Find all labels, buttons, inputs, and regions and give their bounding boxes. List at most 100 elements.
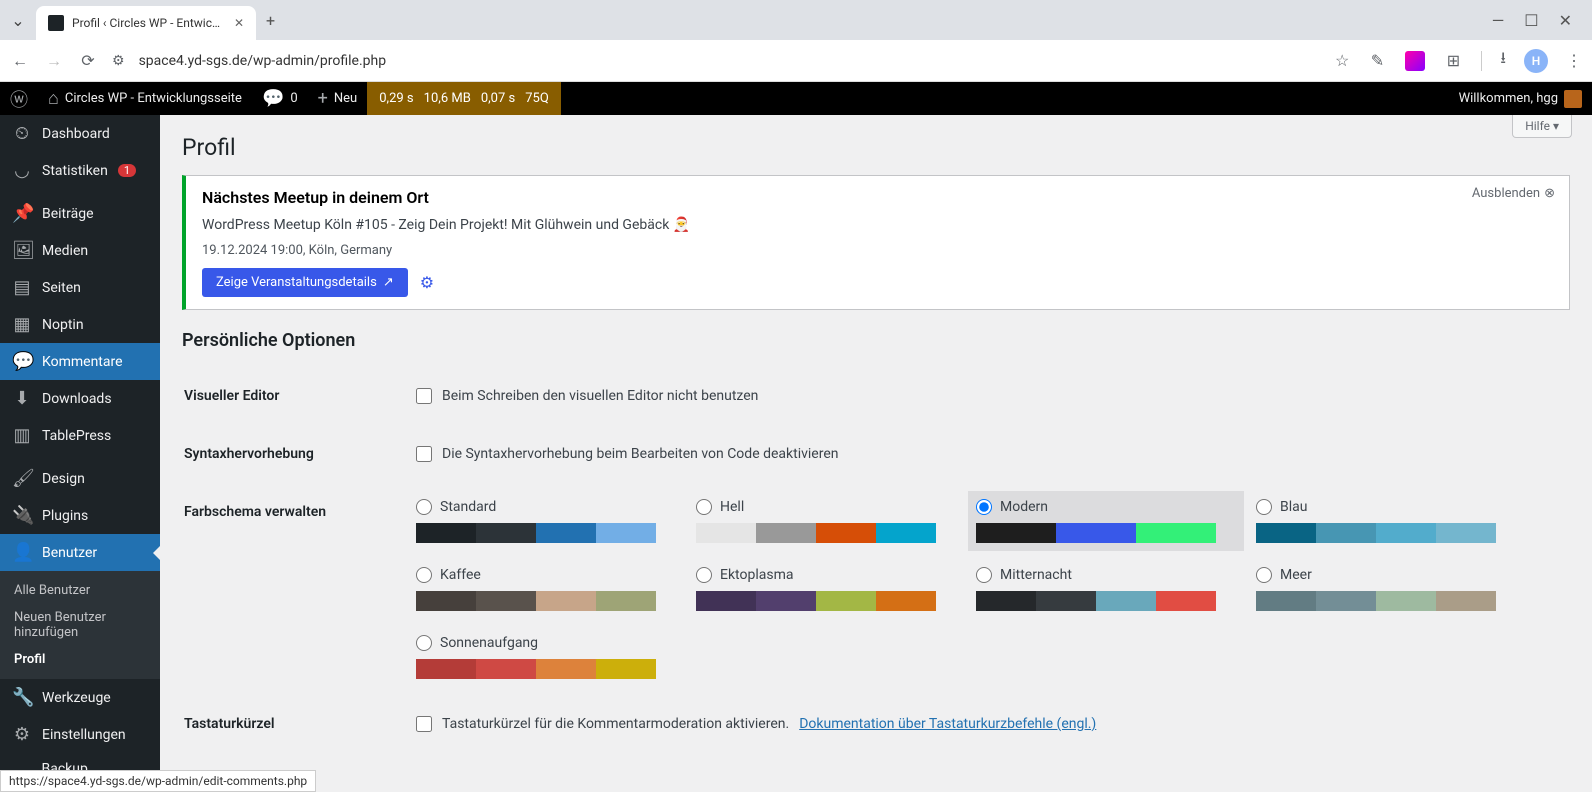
new-content-link[interactable]: +Neu — [308, 82, 368, 115]
dashboard-icon: ⏲ — [12, 123, 32, 144]
section-personal-options: Persönliche Optionen — [182, 330, 1570, 351]
download-icon: ⬇ — [12, 388, 32, 409]
color-scheme-radio[interactable] — [696, 567, 712, 583]
comments-link[interactable]: 💬0 — [252, 82, 308, 115]
pages-icon: ▤ — [12, 277, 32, 298]
menu-comments[interactable]: 💬Kommentare — [0, 343, 160, 380]
color-scheme-radio[interactable] — [416, 499, 432, 515]
download-icon[interactable]: ⭳ — [1500, 47, 1506, 74]
wp-admin-bar: ⓦ ⌂Circles WP - Entwicklungsseite 💬0 +Ne… — [0, 82, 1592, 115]
submenu-profile[interactable]: Profil — [0, 646, 160, 673]
extensions-menu-icon[interactable]: ⊞ — [1443, 51, 1463, 71]
color-scheme-radio[interactable] — [696, 499, 712, 515]
minimize-icon[interactable]: — — [1492, 11, 1505, 30]
color-swatches — [976, 523, 1216, 543]
menu-label: Statistiken — [42, 163, 108, 179]
color-scheme-option[interactable]: Ektoplasma — [696, 567, 956, 611]
site-info-icon[interactable]: ⚙ — [112, 53, 125, 69]
menu-design[interactable]: 🖌Design — [0, 460, 160, 497]
browser-status-bar: https://space4.yd-sgs.de/wp-admin/edit-c… — [0, 770, 316, 792]
menu-label: Kommentare — [42, 354, 123, 370]
browser-tab[interactable]: Profil ‹ Circles WP - Entwicklun… ✕ — [36, 6, 256, 40]
menu-media[interactable]: 🖼Medien — [0, 232, 160, 269]
show-event-button[interactable]: Zeige Veranstaltungsdetails ↗ — [202, 268, 408, 297]
meetup-settings-icon[interactable]: ⚙ — [420, 273, 434, 292]
menu-stats[interactable]: ◡Statistiken1 — [0, 152, 160, 189]
close-tab-icon[interactable]: ✕ — [234, 16, 244, 30]
forward-button[interactable]: → — [44, 51, 64, 71]
button-label: Zeige Veranstaltungsdetails — [216, 275, 377, 290]
performance-stats[interactable]: 0,29 s 10,6 MB 0,07 s 75Q — [367, 82, 561, 115]
content-area: Hilfe ▾ Profil Ausblenden ⊗ Nächstes Mee… — [160, 115, 1592, 792]
menu-noptin[interactable]: ▦Noptin — [0, 306, 160, 343]
tab-search-dropdown[interactable]: ⌄ — [0, 11, 36, 30]
close-window-icon[interactable]: ✕ — [1559, 11, 1572, 30]
new-label: Neu — [334, 91, 357, 106]
menu-users[interactable]: 👤 Benutzer — [0, 534, 160, 571]
user-icon: 👤 — [12, 542, 32, 563]
dismiss-notice[interactable]: Ausblenden ⊗ — [1472, 186, 1555, 201]
window-controls: — ☐ ✕ — [1492, 11, 1592, 30]
color-scheme-name: Meer — [1280, 567, 1312, 583]
site-name-text: Circles WP - Entwicklungsseite — [65, 91, 242, 106]
syntax-checkbox[interactable] — [416, 446, 432, 462]
user-account-link[interactable]: Willkommen, hgg — [1449, 82, 1592, 115]
new-tab-button[interactable]: + — [266, 11, 275, 30]
tab-title: Profil ‹ Circles WP - Entwicklun… — [72, 16, 226, 30]
help-toggle[interactable]: Hilfe ▾ — [1512, 115, 1572, 138]
menu-posts[interactable]: 📌Beiträge — [0, 195, 160, 232]
shortcuts-doc-link[interactable]: Dokumentation über Tastaturkurzbefehle (… — [799, 716, 1096, 732]
color-swatches — [696, 591, 936, 611]
eyedropper-extension-icon[interactable]: ✎ — [1367, 51, 1387, 71]
menu-dashboard[interactable]: ⏲Dashboard — [0, 115, 160, 152]
page-title: Profil — [182, 125, 1570, 175]
perf-mem: 10,6 MB — [424, 91, 471, 106]
menu-tablepress[interactable]: ▥TablePress — [0, 417, 160, 454]
color-scheme-option[interactable]: Modern — [968, 491, 1244, 551]
bookmark-icon[interactable]: ☆ — [1335, 51, 1349, 70]
color-scheme-option[interactable]: Sonnenaufgang — [416, 635, 676, 679]
color-scheme-radio[interactable] — [976, 499, 992, 515]
color-scheme-radio[interactable] — [1256, 567, 1272, 583]
options-table: Visueller Editor Beim Schreiben den visu… — [182, 366, 1570, 754]
color-scheme-radio[interactable] — [1256, 499, 1272, 515]
browser-menu-icon[interactable]: ⋮ — [1566, 51, 1582, 70]
menu-plugins[interactable]: 🔌Plugins — [0, 497, 160, 534]
menu-pages[interactable]: ▤Seiten — [0, 269, 160, 306]
color-scheme-radio[interactable] — [976, 567, 992, 583]
submenu-add-user[interactable]: Neuen Benutzer hinzufügen — [0, 604, 160, 646]
color-scheme-name: Hell — [720, 499, 744, 515]
color-swatches — [416, 591, 656, 611]
menu-tools[interactable]: 🔧Werkzeuge — [0, 679, 160, 716]
settings-icon: ⚙ — [12, 724, 32, 745]
meetup-heading: Nächstes Meetup in deinem Ort — [202, 188, 1553, 207]
wp-logo[interactable]: ⓦ — [0, 82, 38, 115]
noptin-icon: ▦ — [12, 314, 32, 335]
url-bar[interactable]: space4.yd-sgs.de/wp-admin/profile.php — [139, 53, 1321, 69]
visual-editor-checkbox[interactable] — [416, 388, 432, 404]
profile-avatar[interactable]: H — [1524, 49, 1548, 73]
color-scheme-option[interactable]: Hell — [696, 499, 956, 543]
maximize-icon[interactable]: ☐ — [1524, 11, 1538, 30]
menu-settings[interactable]: ⚙Einstellungen — [0, 716, 160, 753]
color-scheme-option[interactable]: Mitternacht — [976, 567, 1236, 611]
back-button[interactable]: ← — [10, 51, 30, 71]
extension-icon[interactable] — [1405, 51, 1425, 71]
reload-button[interactable]: ⟳ — [78, 51, 98, 70]
color-scheme-radio[interactable] — [416, 567, 432, 583]
site-name-link[interactable]: ⌂Circles WP - Entwicklungsseite — [38, 82, 252, 115]
perf-time1: 0,29 s — [379, 91, 413, 106]
color-scheme-radio[interactable] — [416, 635, 432, 651]
menu-downloads[interactable]: ⬇Downloads — [0, 380, 160, 417]
color-scheme-option[interactable]: Meer — [1256, 567, 1516, 611]
color-scheme-option[interactable]: Standard — [416, 499, 676, 543]
browser-tab-strip: ⌄ Profil ‹ Circles WP - Entwicklun… ✕ + … — [0, 0, 1592, 40]
comments-count: 0 — [290, 91, 297, 106]
color-scheme-option[interactable]: Blau — [1256, 499, 1516, 543]
shortcuts-checkbox[interactable] — [416, 716, 432, 732]
menu-label: Benutzer — [42, 545, 97, 561]
welcome-text: Willkommen, hgg — [1459, 91, 1558, 106]
color-scheme-option[interactable]: Kaffee — [416, 567, 676, 611]
submenu-all-users[interactable]: Alle Benutzer — [0, 577, 160, 604]
meetup-notice: Ausblenden ⊗ Nächstes Meetup in deinem O… — [182, 175, 1570, 310]
